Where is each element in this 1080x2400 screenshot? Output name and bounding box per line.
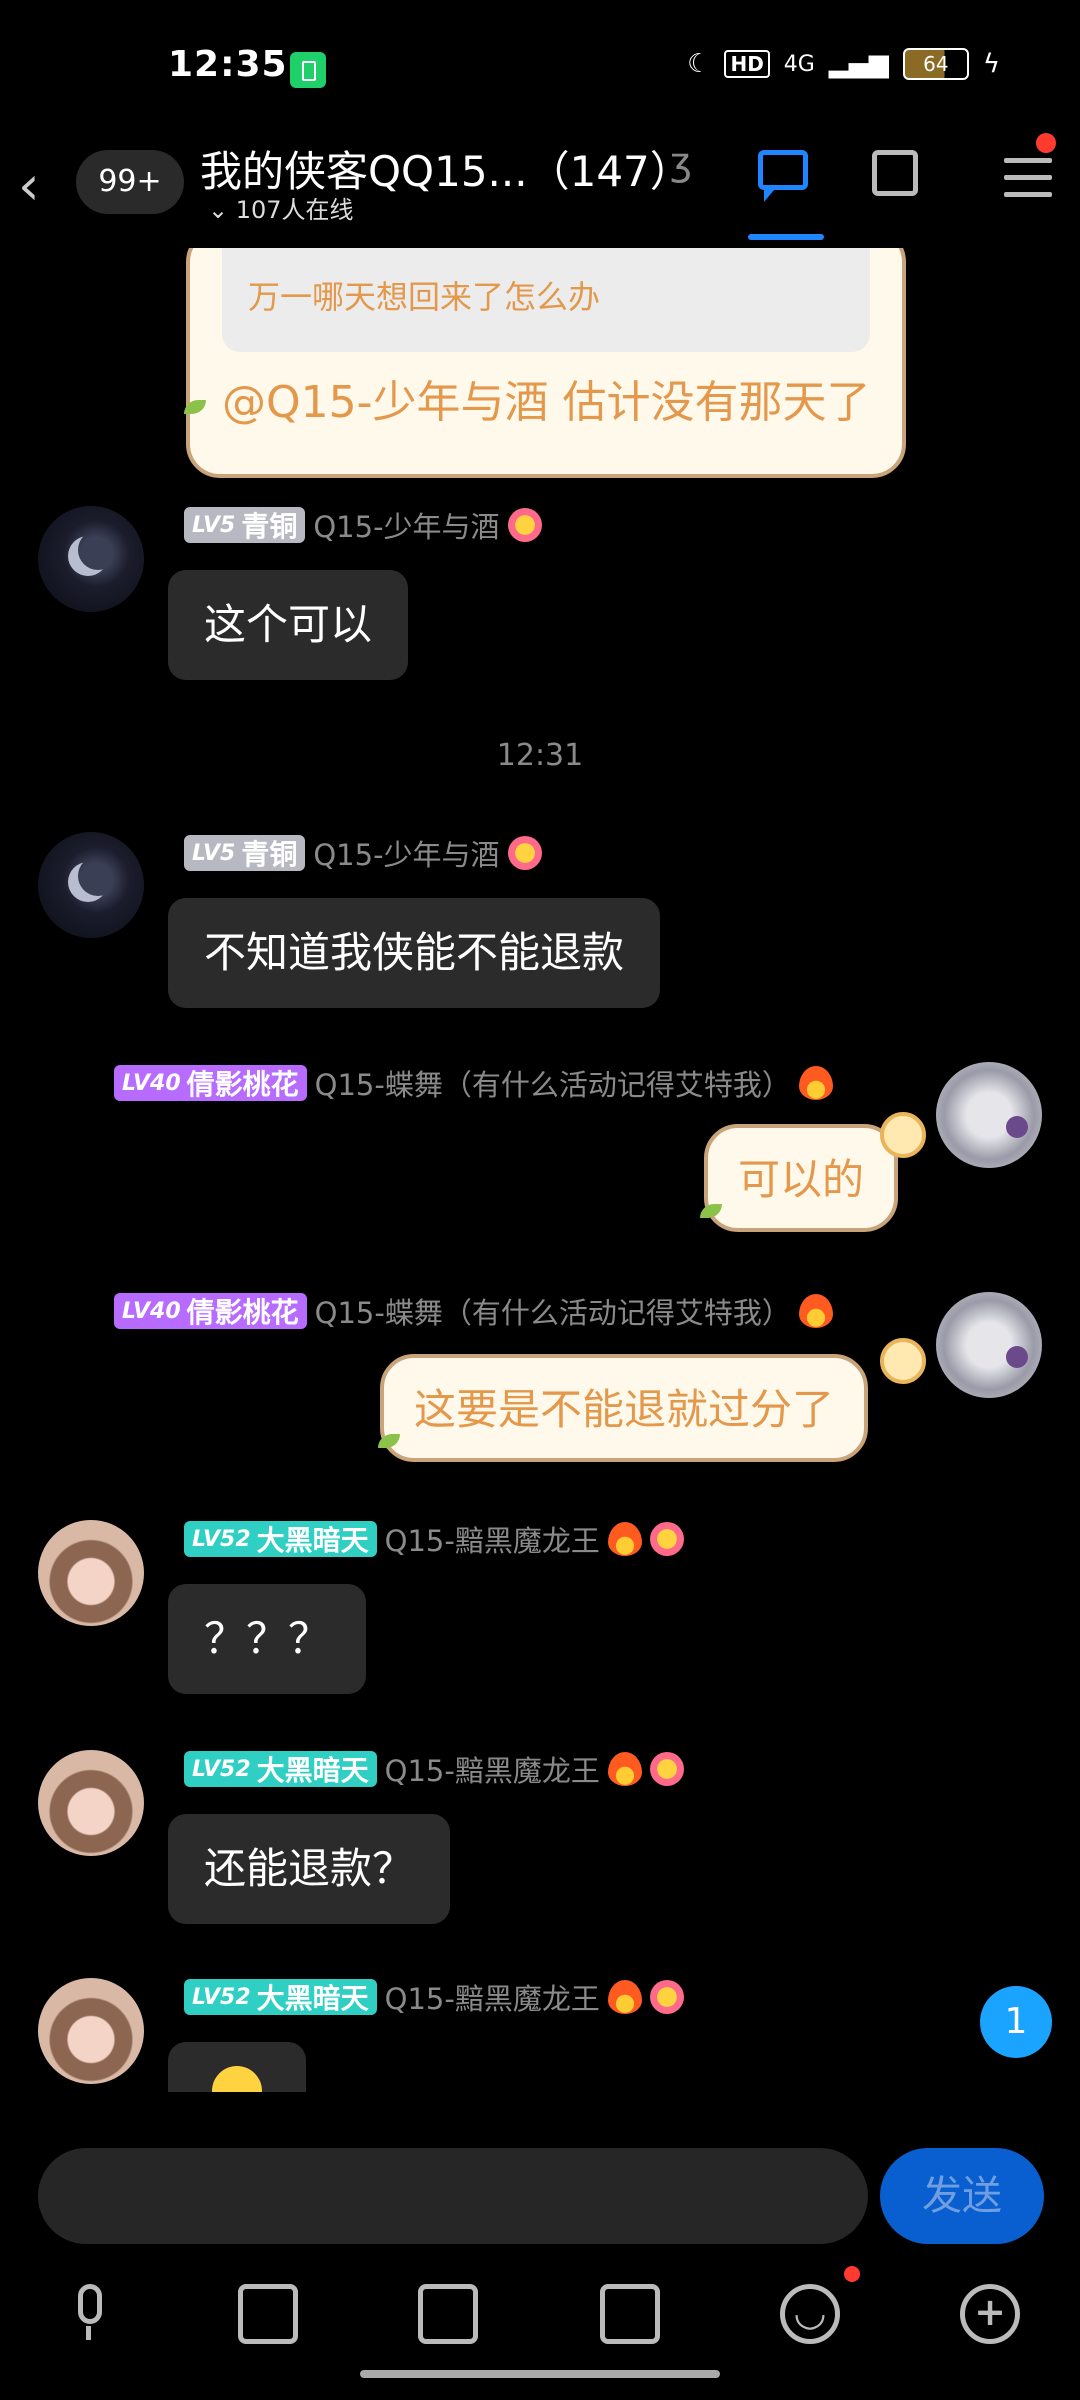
- sun-decoration-icon: [880, 1338, 926, 1384]
- avatar[interactable]: [936, 1292, 1042, 1398]
- battery-icon: 64: [902, 48, 969, 80]
- send-button[interactable]: 发送: [880, 2148, 1044, 2244]
- message-input[interactable]: [38, 2148, 868, 2244]
- level-badge: LV40 倩影桃花: [114, 1293, 307, 1329]
- flower-emoji-icon: [649, 1522, 684, 1556]
- sender-name[interactable]: Q15-黯黑魔龙王: [385, 1518, 600, 1560]
- sender-meta: LV52 大黑暗天 Q15-黯黑魔龙王: [184, 1750, 684, 1788]
- plus-icon[interactable]: +: [960, 2284, 1020, 2344]
- chat-tab-icon[interactable]: [758, 150, 814, 206]
- avatar[interactable]: [936, 1062, 1042, 1168]
- hd-icon: HD: [724, 50, 770, 78]
- sender-name[interactable]: Q15-蝶舞（有什么活动记得艾特我）: [315, 1062, 791, 1104]
- chevron-down-icon: ⌄: [208, 196, 229, 224]
- status-time: 12:35: [168, 44, 288, 85]
- camera-icon[interactable]: [418, 2284, 478, 2344]
- fire-icon: [607, 1980, 642, 2014]
- microphone-icon[interactable]: [60, 2284, 120, 2344]
- chat-header: ‹ 99+ 我的侠客QQ15...（147） ʒ ⌄ 107人在线: [0, 130, 1080, 248]
- message-list[interactable]: 万一哪天想回来了怎么办 @Q15-少年与酒 估计没有那天了 LV5 青铜 Q15-…: [0, 248, 1080, 2092]
- sender-name[interactable]: Q15-少年与酒: [313, 832, 499, 874]
- network-label: 4G: [783, 51, 815, 77]
- back-icon[interactable]: ‹: [18, 154, 40, 217]
- notification-dot: [844, 2266, 860, 2282]
- sender-meta: LV52 大黑暗天 Q15-黯黑魔龙王: [184, 1520, 684, 1558]
- flower-emoji-icon: [649, 1752, 684, 1786]
- charging-icon: ϟ: [982, 49, 1000, 79]
- fire-icon: [798, 1066, 833, 1100]
- fire-icon: [798, 1294, 833, 1328]
- home-indicator[interactable]: [360, 2370, 720, 2378]
- flower-emoji-icon: [507, 836, 542, 870]
- new-message-badge[interactable]: 1: [980, 1986, 1052, 2058]
- tab-indicator: [748, 234, 824, 240]
- message-bubble[interactable]: 这个可以: [168, 570, 409, 680]
- input-toolbar: ◡ +: [0, 2262, 1080, 2362]
- menu-icon[interactable]: [1004, 158, 1060, 214]
- reply-bubble[interactable]: 万一哪天想回来了怎么办 @Q15-少年与酒 估计没有那天了: [184, 248, 906, 478]
- notification-dot: [1036, 133, 1056, 153]
- avatar[interactable]: [38, 506, 144, 612]
- fire-icon: [607, 1522, 642, 1556]
- signal-icon: ▂▄▆: [828, 49, 889, 79]
- reply-text: @Q15-少年与酒 估计没有那天了: [222, 377, 871, 428]
- level-badge: LV52 大黑暗天: [184, 1979, 377, 2015]
- moon-icon: ☾: [687, 49, 711, 79]
- level-badge: LV52 大黑暗天: [184, 1751, 377, 1787]
- flower-emoji-icon: [649, 1980, 684, 2014]
- emoji-icon[interactable]: ◡: [780, 2284, 840, 2344]
- ear-icon[interactable]: ʒ: [670, 140, 692, 184]
- quoted-message[interactable]: 万一哪天想回来了怎么办: [222, 248, 870, 352]
- message-bubble[interactable]: 可以的: [704, 1124, 899, 1232]
- image-icon[interactable]: [238, 2284, 298, 2344]
- avatar[interactable]: [38, 1520, 144, 1626]
- sender-meta: LV40 倩影桃花 Q15-蝶舞（有什么活动记得艾特我）: [114, 1292, 833, 1330]
- battery-saver-icon: [290, 52, 326, 88]
- avatar[interactable]: [38, 1750, 144, 1856]
- level-badge: LV5 青铜: [184, 507, 306, 543]
- message-bubble[interactable]: 这要是不能退就过分了: [380, 1354, 869, 1462]
- message-bubble[interactable]: ？？？: [168, 1584, 367, 1694]
- unread-count-badge[interactable]: 99+: [76, 150, 184, 214]
- status-bar: 12:35 ☾ HD 4G ▂▄▆ 64 ϟ: [0, 0, 1080, 130]
- message-bubble[interactable]: 不知道我侠能不能退款: [168, 898, 661, 1008]
- avatar[interactable]: [38, 1978, 144, 2084]
- edit-icon[interactable]: [872, 150, 928, 206]
- sender-meta: LV5 青铜 Q15-少年与酒: [184, 834, 542, 872]
- sender-meta: LV40 倩影桃花 Q15-蝶舞（有什么活动记得艾特我）: [114, 1064, 833, 1102]
- message-bubble[interactable]: 还能退款？: [168, 1814, 451, 1924]
- sender-name[interactable]: Q15-黯黑魔龙王: [385, 1976, 600, 2018]
- status-icons: ☾ HD 4G ▂▄▆ 64 ϟ: [687, 48, 1000, 80]
- red-packet-icon[interactable]: [600, 2284, 660, 2344]
- level-badge: LV52 大黑暗天: [184, 1521, 377, 1557]
- flower-emoji-icon: [507, 508, 542, 542]
- quoted-text: 万一哪天想回来了怎么办: [248, 278, 601, 316]
- fire-icon: [607, 1752, 642, 1786]
- level-badge: LV40 倩影桃花: [114, 1065, 307, 1101]
- online-count-label: 107人在线: [235, 196, 354, 224]
- online-count[interactable]: ⌄ 107人在线: [208, 190, 354, 225]
- sender-name[interactable]: Q15-蝶舞（有什么活动记得艾特我）: [315, 1290, 791, 1332]
- sender-name[interactable]: Q15-少年与酒: [313, 504, 499, 546]
- time-separator: 12:31: [496, 738, 584, 773]
- level-badge: LV5 青铜: [184, 835, 306, 871]
- message-bubble[interactable]: [168, 2042, 306, 2092]
- sender-meta: LV52 大黑暗天 Q15-黯黑魔龙王: [184, 1978, 684, 2016]
- leaf-decoration: [184, 400, 206, 414]
- sender-meta: LV5 青铜 Q15-少年与酒: [184, 506, 542, 544]
- sun-decoration-icon: [880, 1112, 926, 1158]
- emoji-sticker-icon: [212, 2066, 262, 2092]
- sender-name[interactable]: Q15-黯黑魔龙王: [385, 1748, 600, 1790]
- avatar[interactable]: [38, 832, 144, 938]
